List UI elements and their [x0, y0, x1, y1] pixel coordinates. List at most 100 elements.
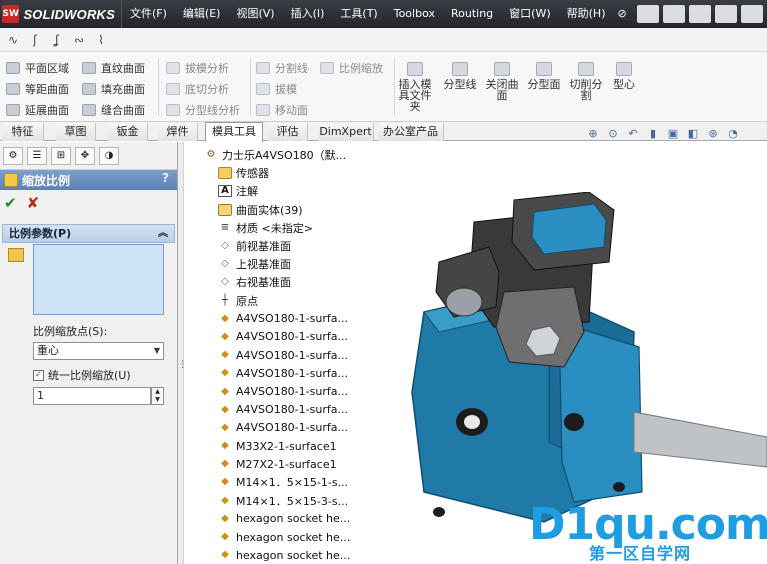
graphics-area[interactable]: ⚙ 力士乐A4VSO180（默... 传感器 A 注解曲面实体(39) ≡ 材质 <未指定>…	[184, 142, 767, 564]
parting-line-analysis-button[interactable]: 分型线分析	[166, 99, 240, 120]
core-button[interactable]: 型心	[605, 62, 643, 90]
menu-file[interactable]: 文件(F)	[122, 0, 175, 28]
menu-insert[interactable]: 插入(I)	[283, 0, 333, 28]
menu-help[interactable]: 帮助(H)	[559, 0, 614, 28]
new-document-icon[interactable]	[636, 5, 659, 23]
tree-item[interactable]: ◆ A4VSO180-1-surfa...	[204, 419, 350, 437]
tree-item[interactable]: ◆ M14×1．5×15-3-s...	[204, 492, 350, 510]
draft-analysis-button[interactable]: 拔模分析	[166, 57, 240, 78]
uniform-scaling-option[interactable]: ✓ 统一比例缩放(U)	[33, 367, 131, 383]
parting-lines-button[interactable]: 分型线	[441, 62, 479, 90]
section-view-icon[interactable]: ▮	[646, 127, 660, 141]
menu-window[interactable]: 窗口(W)	[501, 0, 558, 28]
menu-tools[interactable]: 工具(T)	[332, 0, 385, 28]
scale-factor-input[interactable]: 1	[33, 387, 151, 405]
ruled-surface-button[interactable]: 直纹曲面	[82, 57, 145, 78]
tree-item[interactable]: ◆ hexagon socket he...	[204, 528, 350, 546]
dimxpert-manager-tab-icon[interactable]: ✥	[75, 146, 95, 165]
tree-item[interactable]: ◆ hexagon socket he...	[204, 546, 350, 564]
helix-icon[interactable]: ⌇	[92, 32, 110, 48]
uniform-scaling-checkbox[interactable]: ✓	[33, 369, 44, 381]
insert-mold-folder-button[interactable]: 插入模具文件夹	[396, 62, 434, 112]
tree-item[interactable]: A 注解	[204, 182, 350, 200]
menu-toolbox[interactable]: Toolbox	[386, 0, 443, 28]
split-line-button[interactable]: 分割线	[256, 57, 308, 78]
display-manager-tab-icon[interactable]: ◑	[99, 146, 119, 165]
tree-item[interactable]: ⚙ 力士乐A4VSO180（默...	[204, 146, 350, 164]
tree-item[interactable]: ◆ A4VSO180-1-surfa...	[204, 310, 350, 328]
scale-point-dropdown[interactable]: 重心 ▼	[33, 342, 164, 360]
scale-button[interactable]: 比例缩放	[320, 57, 383, 78]
menu-edit[interactable]: 编辑(E)	[175, 0, 229, 28]
planar-surface-button[interactable]: 平面区域	[6, 57, 69, 78]
tree-item-label: 曲面实体(39)	[236, 203, 303, 217]
tree-item[interactable]: ◇ 前视基准面	[204, 237, 350, 255]
curve-icon[interactable]: ʆ	[48, 32, 66, 48]
feature-manager-tab-icon[interactable]: ⚙	[3, 146, 23, 165]
scale-factor-spinner[interactable]: ▲ ▼	[151, 387, 164, 405]
tree-item[interactable]: ◆ A4VSO180-1-surfa...	[204, 346, 350, 364]
menu-routing[interactable]: Routing	[443, 0, 501, 28]
tooling-split-button[interactable]: 切削分割	[567, 62, 605, 101]
tree-item[interactable]: 曲面实体(39)	[204, 201, 350, 219]
tree-item[interactable]: ◆ A4VSO180-1-surfa...	[204, 382, 350, 400]
spline-icon[interactable]: ∿	[4, 32, 22, 48]
tab-sketch[interactable]: 草图	[56, 123, 96, 141]
solidworks-logo[interactable]: SW SOLIDWORKS	[0, 0, 122, 28]
tab-office-products[interactable]: 办公室产品	[378, 123, 444, 141]
draft-button[interactable]: 拔模	[256, 78, 308, 99]
parting-surface-button[interactable]: 分型面	[525, 62, 563, 90]
view-orientation-icon[interactable]: ▣	[666, 127, 680, 141]
plane-icon: ◇	[221, 258, 229, 270]
tree-item-label: hexagon socket he...	[236, 548, 351, 562]
tab-evaluate[interactable]: 评估	[268, 123, 308, 141]
scale-parameters-group-header[interactable]: 比例参数(P) ︽	[2, 224, 175, 243]
tree-item[interactable]: ┼ 原点	[204, 292, 350, 310]
edit-appearance-icon[interactable]: ◔	[726, 127, 740, 141]
previous-view-icon[interactable]: ↶	[626, 127, 640, 141]
save-icon[interactable]	[688, 5, 711, 23]
open-document-icon[interactable]	[662, 5, 685, 23]
tree-item[interactable]: ◇ 上视基准面	[204, 255, 350, 273]
pin-icon[interactable]: ⊘	[613, 0, 630, 28]
tree-item[interactable]: ◆ hexagon socket he...	[204, 510, 350, 528]
tree-item[interactable]: ◆ A4VSO180-1-surfa...	[204, 328, 350, 346]
tab-dimxpert[interactable]: DimXpert	[318, 123, 374, 141]
tree-item[interactable]: ◆ A4VSO180-1-surfa...	[204, 364, 350, 382]
undo-icon[interactable]	[740, 5, 763, 23]
tab-sheet-metal[interactable]: 钣金	[108, 123, 148, 141]
hide-show-items-icon[interactable]: ⊛	[706, 127, 720, 141]
bodies-selection-box[interactable]	[33, 244, 164, 315]
style-spline-icon[interactable]: ʃ	[26, 32, 44, 48]
tree-item[interactable]: ◇ 右视基准面	[204, 273, 350, 291]
fit-spline-icon[interactable]: ∾	[70, 32, 88, 48]
display-style-icon[interactable]: ◧	[686, 127, 700, 141]
tree-item[interactable]: ◆ M27X2-1-surface1	[204, 455, 350, 473]
collapse-chevron-icon[interactable]: ︽	[158, 225, 168, 242]
tab-features[interactable]: 特征	[2, 123, 44, 141]
zoom-to-fit-icon[interactable]: ⊕	[586, 127, 600, 141]
move-face-button[interactable]: 移动面	[256, 99, 308, 120]
help-icon[interactable]: ?	[162, 171, 169, 185]
knit-surface-button[interactable]: 缝合曲面	[82, 99, 145, 120]
fill-surface-button[interactable]: 填充曲面	[82, 78, 145, 99]
menu-view[interactable]: 视图(V)	[228, 0, 282, 28]
tree-item[interactable]: ◆ M33X2-1-surface1	[204, 437, 350, 455]
tree-item[interactable]: 传感器	[204, 164, 350, 182]
tree-item[interactable]: ≡ 材质 <未指定>	[204, 219, 350, 237]
configuration-manager-tab-icon[interactable]: ⊞	[51, 146, 71, 165]
cmd-divider	[158, 58, 159, 116]
shut-off-surfaces-button[interactable]: 关闭曲面	[483, 62, 521, 101]
print-icon[interactable]	[714, 5, 737, 23]
tab-weldments[interactable]: 焊件	[158, 123, 198, 141]
undercut-analysis-button[interactable]: 底切分析	[166, 78, 240, 99]
extend-surface-button[interactable]: 延展曲面	[6, 99, 69, 120]
property-manager-tab-icon[interactable]: ☰	[27, 146, 47, 165]
tree-item[interactable]: ◆ A4VSO180-1-surfa...	[204, 401, 350, 419]
ok-checkmark-icon[interactable]: ✔	[4, 194, 17, 212]
tab-mold-tools[interactable]: 模具工具	[205, 122, 263, 142]
zoom-area-icon[interactable]: ⊙	[606, 127, 620, 141]
cancel-x-icon[interactable]: ✘	[27, 194, 40, 212]
tree-item[interactable]: ◆ M14×1．5×15-1-s...	[204, 473, 350, 491]
offset-surface-button[interactable]: 等距曲面	[6, 78, 69, 99]
